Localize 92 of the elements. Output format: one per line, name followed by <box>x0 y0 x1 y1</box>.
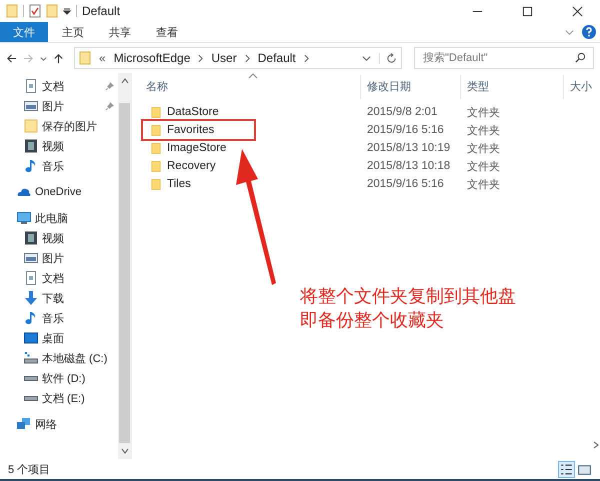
overflow-chevrons[interactable]: « <box>99 51 106 65</box>
folder-icon <box>79 51 91 65</box>
nav-item[interactable]: 下载 <box>0 288 118 308</box>
nav-item[interactable]: 音乐 <box>0 156 118 176</box>
nav-item[interactable]: 文档 <box>0 76 118 96</box>
nav-item[interactable]: 保存的图片 <box>0 116 118 136</box>
table-cell-text: 文件夹 <box>467 178 500 192</box>
table-cell-text: 2015/8/13 10:19 <box>367 142 452 154</box>
chevron-right-icon[interactable] <box>244 54 250 62</box>
folder-icon <box>151 178 161 190</box>
scrollbar-thumb[interactable] <box>119 103 130 443</box>
file-name[interactable]: Recovery <box>167 160 216 172</box>
table-cell-text: 文件夹 <box>467 142 500 156</box>
chevron-down-icon[interactable] <box>40 54 47 62</box>
column-header[interactable]: 类型 <box>461 75 564 99</box>
column-header[interactable]: 名称 <box>132 75 361 99</box>
folder-icon <box>24 119 38 133</box>
table-cell-text: 2015/8/13 10:18 <box>367 160 452 172</box>
table-cell-text: 文件夹 <box>467 160 500 174</box>
folder-icon <box>151 160 161 172</box>
music-note-icon <box>24 159 38 173</box>
address-bar[interactable]: « MicrosoftEdge User Default <box>74 47 402 69</box>
network-icon <box>17 417 31 431</box>
chevron-right-icon[interactable] <box>198 54 204 62</box>
refresh-icon[interactable] <box>379 52 397 64</box>
table-cell-text: 2015/9/16 5:16 <box>367 124 445 136</box>
nav-item[interactable]: 网络 <box>0 414 118 434</box>
up-arrow-icon[interactable] <box>53 52 64 64</box>
table-cell-text: 文件夹 <box>467 106 500 120</box>
scroll-down-icon[interactable] <box>120 447 128 455</box>
drive-icon <box>24 376 38 380</box>
item-count: 5 个项目 <box>8 462 50 476</box>
search-icon <box>575 52 586 63</box>
annotation-text: 将整个文件夹复制到其他盘 <box>300 285 516 308</box>
table-cell-text: 文件夹 <box>467 124 500 138</box>
table-cell-text: 2015/9/16 5:16 <box>367 178 445 190</box>
ribbon-tab[interactable]: 查看 <box>145 22 189 42</box>
sort-ascending-icon <box>248 73 258 79</box>
ribbon-tab[interactable]: 主页 <box>51 22 95 42</box>
close-icon[interactable] <box>572 6 583 16</box>
window-title: Default <box>82 4 120 18</box>
scrollbar[interactable] <box>118 73 131 459</box>
help-icon[interactable] <box>582 25 596 39</box>
maximize-icon[interactable] <box>522 6 533 16</box>
search-field[interactable]: 搜索"Default" <box>414 47 594 69</box>
nav-item[interactable]: 桌面 <box>0 328 118 348</box>
file-name[interactable]: Tiles <box>167 178 191 190</box>
nav-item[interactable]: 本地磁盘 (C:) <box>0 348 118 368</box>
nav-item[interactable]: 视频 <box>0 136 118 156</box>
nav-item[interactable]: 图片 <box>0 248 118 268</box>
document-icon <box>24 271 38 285</box>
table-cell-text: 2015/9/8 2:01 <box>367 106 438 118</box>
nav-item[interactable]: 文档 (E:) <box>0 388 118 408</box>
chevron-down-icon[interactable] <box>362 54 371 62</box>
folder-icon <box>151 106 161 118</box>
dropdown-icon[interactable] <box>63 7 71 15</box>
column-header[interactable]: 大小 <box>564 75 600 99</box>
scroll-up-icon[interactable] <box>120 77 128 85</box>
nav-item[interactable]: 软件 (D:) <box>0 368 118 388</box>
checklist-icon[interactable] <box>29 4 41 18</box>
picture-icon <box>24 251 38 265</box>
film-icon <box>24 139 38 153</box>
breadcrumb-segment[interactable]: Default <box>258 51 296 65</box>
chevron-right-icon[interactable] <box>304 54 309 62</box>
film-icon <box>24 231 38 245</box>
nav-item[interactable]: 音乐 <box>0 308 118 328</box>
document-icon <box>24 79 38 93</box>
nav-item[interactable]: 视频 <box>0 228 118 248</box>
ribbon-tab[interactable]: 共享 <box>98 22 142 42</box>
music-note-icon <box>24 311 38 325</box>
nav-item[interactable]: 文档 <box>0 268 118 288</box>
nav-item[interactable]: 图片 <box>0 96 118 116</box>
desktop-icon <box>24 331 38 345</box>
folder-icon <box>151 124 161 136</box>
nav-item[interactable]: OneDrive <box>0 182 118 202</box>
picture-icon <box>24 99 38 113</box>
file-name[interactable]: DataStore <box>167 106 219 118</box>
folder-icon <box>151 142 161 154</box>
drive-icon <box>24 351 38 365</box>
back-arrow-icon[interactable] <box>6 52 17 64</box>
details-view-icon[interactable] <box>558 460 575 478</box>
breadcrumb-segment[interactable]: User <box>211 51 237 65</box>
column-header[interactable]: 修改日期 <box>361 75 461 99</box>
down-arrow-icon <box>24 291 38 305</box>
ribbon-tab[interactable]: 文件 <box>0 22 48 42</box>
file-name[interactable]: ImageStore <box>167 142 226 154</box>
breadcrumb-segment[interactable]: MicrosoftEdge <box>114 51 190 65</box>
drive-icon <box>24 396 38 400</box>
monitor-icon <box>17 211 31 225</box>
scroll-right-icon[interactable] <box>592 441 600 449</box>
annotation-text: 即备份整个收藏夹 <box>300 309 445 332</box>
nav-item[interactable]: 此电脑 <box>0 208 118 228</box>
